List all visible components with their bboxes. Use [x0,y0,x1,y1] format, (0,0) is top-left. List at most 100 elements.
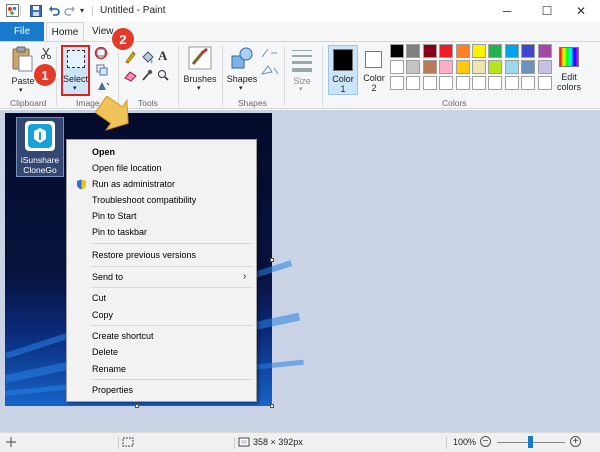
color-swatch[interactable] [488,60,503,74]
menu-item-delete[interactable]: Delete [67,344,256,360]
color-swatch[interactable] [439,44,454,58]
edit-colors-button[interactable]: Edit colors [556,45,582,95]
color-swatch[interactable] [488,76,503,90]
shape-outline-icon[interactable] [260,47,280,59]
image-size-text: 358 × 392px [253,437,303,447]
menu-item-restore-previous-versions[interactable]: Restore previous versions [67,247,256,263]
menu-item-open-file-location[interactable]: Open file location [67,160,256,176]
text-tool-icon[interactable]: A [158,48,167,64]
zoom-slider-thumb[interactable] [528,436,533,448]
undo-icon[interactable] [48,5,60,17]
color-swatch[interactable] [521,76,536,90]
colors-group-label: Colors [442,98,467,108]
paste-dropdown-icon: ▾ [19,87,23,94]
minimize-button[interactable]: ─ [488,0,526,22]
menu-item-copy[interactable]: Copy [67,307,256,323]
edit-colors-label: Edit colors [556,72,581,92]
color-swatch[interactable] [472,44,486,58]
maximize-button[interactable]: ☐ [528,0,566,22]
menu-item-run-as-administrator[interactable]: Run as administrator [67,176,256,192]
shapes-button[interactable]: Shapes ▾ [226,45,258,95]
color-swatch[interactable] [455,60,470,74]
color-swatch[interactable] [488,44,503,58]
color-swatch[interactable] [439,60,454,74]
select-button[interactable]: Select ▾ [61,45,90,96]
fill-bucket-icon[interactable] [141,50,154,64]
shapes-label: Shapes [226,74,258,84]
color-swatch[interactable] [521,60,536,74]
magnifier-icon[interactable] [157,69,169,81]
menu-separator [91,287,253,288]
menu-separator [91,266,253,267]
canvas-resize-handle-bottom[interactable] [135,404,139,408]
color-swatch[interactable] [455,76,470,90]
clipboard-group-label: Clipboard [10,98,47,108]
shape-fill-icon[interactable] [260,64,280,76]
color-swatch[interactable] [406,76,421,90]
color-swatch[interactable] [422,60,437,74]
tab-file[interactable]: File [0,22,44,42]
menu-item-create-shortcut[interactable]: Create shortcut [67,328,256,344]
color2-swatch [365,51,382,68]
color-swatch[interactable] [406,44,421,58]
color-swatch[interactable] [504,76,519,90]
select-rectangle-icon [67,50,85,68]
color-swatch[interactable] [455,44,470,58]
eraser-icon[interactable] [124,70,137,82]
menu-item-pin-to-start[interactable]: Pin to Start [67,208,256,224]
desktop-shortcut-selection[interactable]: iSunshare CloneGo [16,117,64,177]
color-swatch[interactable] [406,60,421,74]
zoom-in-button[interactable]: + [570,436,581,447]
menu-item-properties[interactable]: Properties [67,382,256,398]
brushes-button[interactable]: Brushes ▾ [182,45,218,95]
close-button[interactable]: ✕ [562,0,600,22]
cut-icon[interactable] [40,47,52,60]
menu-item-send-to[interactable]: Send to [67,269,256,285]
step-badge-2: 2 [111,27,135,51]
size-dropdown-icon: ▾ [299,86,303,93]
menu-item-open[interactable]: Open [67,144,256,160]
color-swatch[interactable] [472,60,486,74]
zoom-out-button[interactable]: − [480,436,491,447]
shortcut-label-line2: CloneGo [23,165,57,175]
color-swatch[interactable] [390,60,404,74]
color-swatch[interactable] [537,60,552,74]
menu-separator [91,243,253,244]
crop-icon[interactable] [94,46,108,60]
redo-icon[interactable] [64,5,76,17]
menu-item-troubleshoot-compatibility[interactable]: Troubleshoot compatibility [67,192,256,208]
image-size-icon [238,437,250,447]
title-bar: ▾ Untitled - Paint ─ ☐ ✕ [0,0,600,22]
color-swatch[interactable] [422,76,437,90]
color1-label: Color 1 [332,74,354,94]
color-swatch[interactable] [472,76,486,90]
color-spectrum-icon [559,47,579,67]
canvas-resize-handle-right[interactable] [270,258,274,262]
color-swatch[interactable] [537,76,552,90]
color-swatch[interactable] [439,76,454,90]
resize-icon[interactable] [96,64,108,76]
menu-item-rename[interactable]: Rename [67,361,256,377]
color1-button[interactable]: Color 1 [328,45,358,95]
color-swatch[interactable] [390,76,404,90]
color-swatch[interactable] [504,44,519,58]
rotate-icon[interactable] [96,80,110,92]
canvas-resize-handle-corner[interactable] [270,404,274,408]
color-picker-icon[interactable] [141,69,153,82]
color-palette [390,44,554,94]
color-swatch[interactable] [537,44,552,58]
color2-button[interactable]: Color 2 [360,45,388,95]
color-swatch[interactable] [504,60,519,74]
menu-separator [91,379,253,380]
color-swatch[interactable] [521,44,536,58]
menu-item-cut[interactable]: Cut [67,290,256,306]
quick-access-dropdown-icon[interactable]: ▾ [80,5,92,17]
color-swatch[interactable] [390,44,404,58]
shapes-icon [231,47,253,69]
color-swatch[interactable] [422,44,437,58]
pencil-icon[interactable] [124,50,136,64]
menu-item-pin-to-taskbar[interactable]: Pin to taskbar [67,224,256,240]
tab-home[interactable]: Home [46,22,84,42]
size-button[interactable]: Size ▾ [290,46,314,93]
save-icon[interactable] [30,5,42,17]
